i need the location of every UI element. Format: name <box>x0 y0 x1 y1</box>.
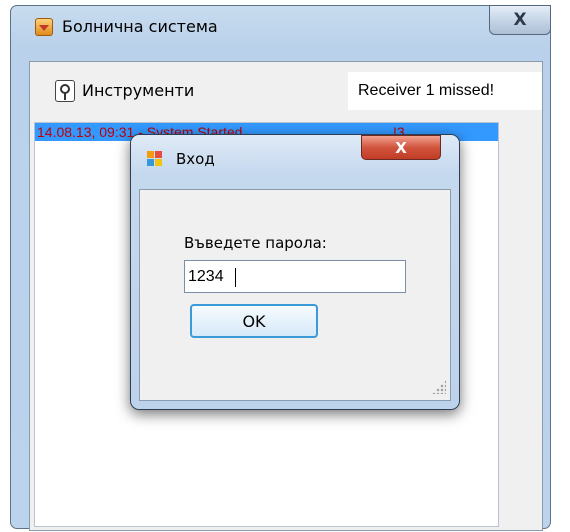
window-title: Болнична система <box>62 17 218 36</box>
status-label: Receiver 1 missed! <box>348 72 542 110</box>
menu-bar: Инструменти Receiver 1 missed! <box>30 62 542 114</box>
side-panel <box>500 122 540 527</box>
window-close-button[interactable]: X <box>489 5 551 35</box>
app-icon <box>35 18 53 36</box>
close-icon: X <box>513 10 527 30</box>
close-icon: X <box>395 138 407 157</box>
dialog-body: Въведете парола: OK <box>139 189 451 401</box>
resize-grip-icon[interactable] <box>432 380 446 394</box>
password-input[interactable] <box>184 260 406 293</box>
ok-button[interactable]: OK <box>190 304 318 338</box>
login-dialog: Вход X Въведете парола: OK <box>130 134 460 410</box>
password-prompt: Въведете парола: <box>184 234 327 252</box>
text-caret <box>235 268 236 287</box>
antenna-icon[interactable] <box>55 80 75 102</box>
form-icon <box>147 151 163 167</box>
dialog-title: Вход <box>176 150 215 168</box>
menu-item-tools[interactable]: Инструменти <box>82 81 194 100</box>
dialog-close-button[interactable]: X <box>361 135 441 160</box>
